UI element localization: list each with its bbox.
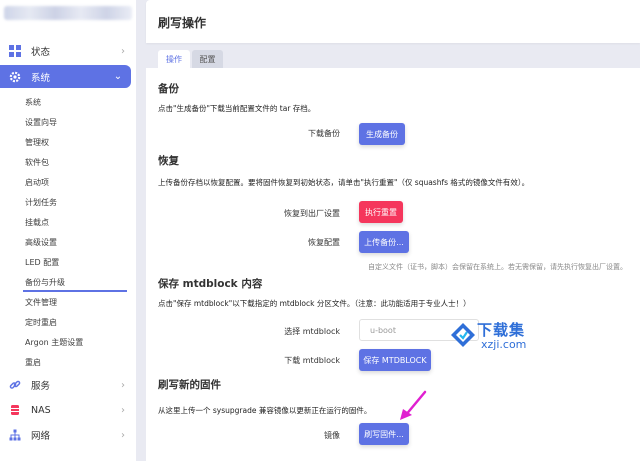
flash-description: 从这里上传一个 sysupgrade 兼容镜像以更新正在运行的固件。: [158, 406, 372, 415]
sidebar-subitem-led[interactable]: LED 配置: [25, 257, 59, 269]
tab-configuration[interactable]: 配置: [192, 50, 223, 68]
factory-reset-label: 恢复到出厂设置: [284, 209, 340, 218]
select-mtdblock-label: 选择 mtdblock: [284, 327, 340, 336]
link-icon: [8, 378, 22, 392]
mtdblock-description: 点击"保存 mtdblock"以下载指定的 mtdblock 分区文件。（注意：…: [158, 299, 471, 308]
sidebar-subitem-argon[interactable]: Argon 主题设置: [25, 337, 83, 349]
database-icon: [8, 403, 22, 417]
watermark-url: xzji.com: [481, 338, 527, 351]
brand-logo: [4, 6, 132, 20]
restore-hint: 自定义文件（证书，脚本）会保留在系统上。若无需保留，请先执行恢复出厂设置。: [368, 263, 627, 271]
perform-reset-button[interactable]: 执行重置: [359, 201, 403, 223]
sidebar-subitem-cron[interactable]: 计划任务: [25, 197, 57, 209]
sidebar-subitem-reboot[interactable]: 重启: [25, 357, 41, 369]
sidebar-item-label: NAS: [31, 404, 51, 416]
tab-actions[interactable]: 操作: [158, 50, 190, 68]
section-title-backup: 备份: [158, 83, 179, 95]
chevron-right-icon: ›: [121, 404, 125, 416]
generate-backup-button[interactable]: 生成备份: [359, 123, 405, 145]
active-indicator: [23, 290, 127, 292]
chevron-down-icon: ⌄: [113, 71, 123, 82]
sidebar-subitem-backup-upgrade[interactable]: 备份与升级: [25, 277, 65, 289]
page-header: 刷写操作: [146, 0, 640, 43]
sidebar-item-system[interactable]: 系统 ⌄: [0, 65, 131, 88]
sidebar-item-status[interactable]: 状态 ›: [0, 39, 136, 63]
sidebar: 状态 › 系统 ⌄ 系统 设置向导 管理权 软件包 启动项 计划任务 挂载点 高…: [0, 0, 136, 461]
image-label: 镜像: [324, 431, 340, 440]
gear-icon: [8, 70, 22, 84]
sidebar-item-label: 服务: [31, 381, 51, 392]
flash-firmware-button[interactable]: 刷写固件...: [359, 423, 409, 445]
sidebar-item-label: 状态: [31, 47, 51, 58]
watermark-logo-icon: [451, 323, 475, 347]
watermark-title: 下载集: [477, 321, 526, 339]
upload-backup-button[interactable]: 上传备份...: [359, 231, 409, 253]
chevron-right-icon: ›: [121, 45, 125, 57]
sidebar-item-network[interactable]: 网络 ›: [0, 424, 136, 446]
sidebar-subitem-scheduled-reboot[interactable]: 定时重启: [25, 317, 57, 329]
sidebar-subitem-advanced[interactable]: 高级设置: [25, 237, 57, 249]
sidebar-subitem-packages[interactable]: 软件包: [25, 157, 49, 169]
sidebar-item-label: 系统: [31, 72, 51, 84]
network-icon: [8, 428, 22, 442]
backup-description: 点击"生成备份"下载当前配置文件的 tar 存档。: [158, 104, 316, 113]
save-mtdblock-button[interactable]: 保存 MTDBLOCK: [359, 349, 431, 371]
sidebar-subitem-startup[interactable]: 启动项: [25, 177, 49, 189]
restore-description: 上传备份存档以恢复配置。要将固件恢复到初始状态，请单击"执行重置"（仅 squa…: [158, 178, 530, 187]
sidebar-item-nas[interactable]: NAS ›: [0, 399, 136, 421]
sidebar-subitem-mounts[interactable]: 挂载点: [25, 217, 49, 229]
watermark: 下载集 xzji.com: [443, 319, 573, 355]
page-title: 刷写操作: [158, 16, 207, 30]
restore-config-label: 恢复配置: [308, 238, 340, 247]
section-title-flash: 刷写新的固件: [158, 379, 221, 391]
dashboard-icon: [8, 44, 22, 58]
chevron-right-icon: ›: [121, 379, 125, 391]
sidebar-subitem-wizard[interactable]: 设置向导: [25, 117, 57, 129]
sidebar-subitem-files[interactable]: 文件管理: [25, 297, 57, 309]
arrow-annotation-icon: [400, 390, 427, 420]
sidebar-item-services[interactable]: 服务 ›: [0, 374, 136, 396]
download-mtdblock-label: 下载 mtdblock: [284, 356, 340, 365]
chevron-right-icon: ›: [121, 429, 125, 441]
download-backup-label: 下载备份: [308, 129, 340, 138]
sidebar-item-label: 网络: [31, 431, 51, 442]
sidebar-subitem-admin[interactable]: 管理权: [25, 137, 49, 149]
section-title-restore: 恢复: [158, 155, 179, 167]
sidebar-subitem-system[interactable]: 系统: [25, 97, 41, 109]
section-title-mtdblock: 保存 mtdblock 内容: [158, 278, 263, 290]
